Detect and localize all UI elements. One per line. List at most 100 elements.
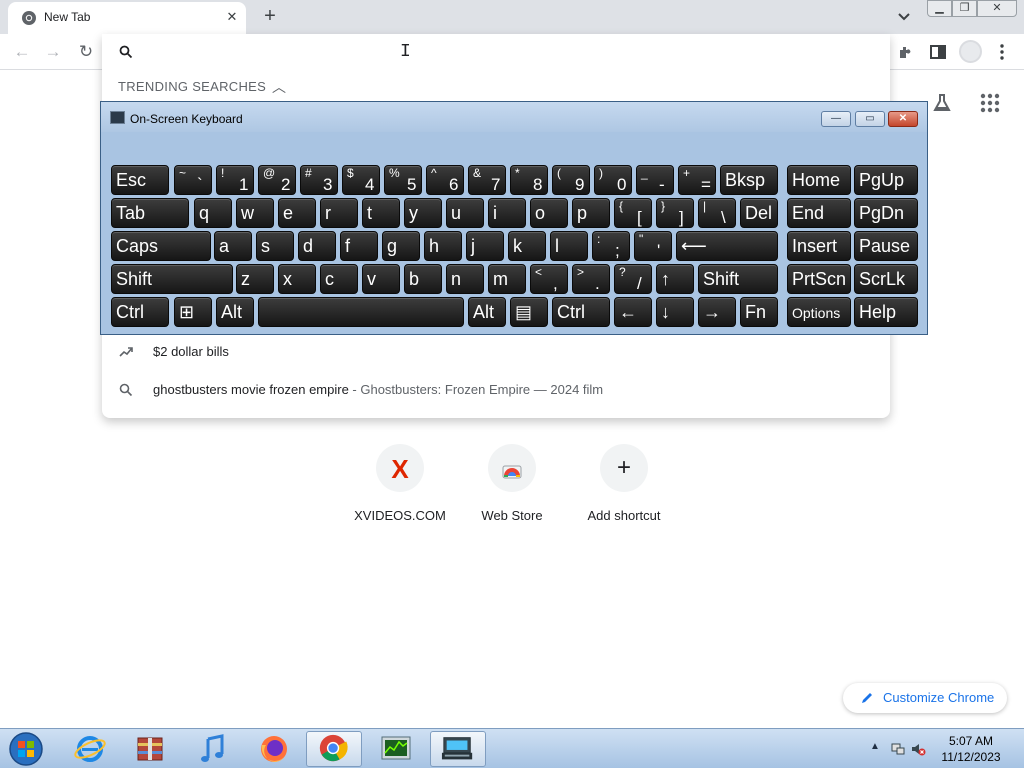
key-symbol[interactable]: :; <box>592 231 630 261</box>
key-symbol[interactable]: | \ <box>698 198 736 228</box>
key-6[interactable]: ^ 6 <box>426 165 464 195</box>
key-symbol[interactable]: → <box>698 297 736 327</box>
key-symbol[interactable]: + = <box>678 165 716 195</box>
key-f[interactable]: f <box>340 231 378 261</box>
key-c[interactable]: c <box>320 264 358 294</box>
key-prtscn[interactable]: PrtScn <box>787 264 851 294</box>
key-d[interactable]: d <box>298 231 336 261</box>
key-symbol[interactable]: <, <box>530 264 568 294</box>
osk-title-bar[interactable]: On-Screen Keyboard — ▭ ✕ <box>101 102 927 132</box>
key-insert[interactable]: Insert <box>787 231 851 261</box>
key-u[interactable]: u <box>446 198 484 228</box>
menu-icon[interactable] <box>992 42 1012 62</box>
key-symbol[interactable]: _ - <box>636 165 674 195</box>
close-tab-icon[interactable]: ✕ <box>224 9 240 25</box>
shortcut-web-store[interactable]: Web Store <box>456 440 568 530</box>
key-b[interactable]: b <box>404 264 442 294</box>
key-q[interactable]: q <box>194 198 232 228</box>
restore-button[interactable]: ❐ <box>952 0 977 17</box>
tab-new-tab[interactable]: New Tab ✕ <box>8 2 246 34</box>
key-pause[interactable]: Pause <box>854 231 918 261</box>
key-p[interactable]: p <box>572 198 610 228</box>
extensions-icon[interactable] <box>896 42 916 62</box>
new-tab-button[interactable]: + <box>258 5 282 29</box>
tab-search-icon[interactable] <box>894 8 914 26</box>
back-button[interactable]: ← <box>11 41 33 63</box>
start-button-icon[interactable] <box>6 731 46 767</box>
key-t[interactable]: t <box>362 198 400 228</box>
address-bar-input[interactable] <box>142 39 842 65</box>
key-h[interactable]: h <box>424 231 462 261</box>
apps-grid-icon[interactable] <box>979 92 1001 114</box>
key-w[interactable]: w <box>236 198 274 228</box>
trending-searches-header[interactable]: TRENDING SEARCHES <box>118 79 266 94</box>
profile-avatar[interactable] <box>959 40 982 63</box>
minimize-button[interactable]: ▁ <box>927 0 952 17</box>
key-e[interactable]: e <box>278 198 316 228</box>
key-symbol[interactable]: ⟵ <box>676 231 778 261</box>
volume-muted-icon[interactable] <box>910 741 926 757</box>
key-symbol[interactable]: }] <box>656 198 694 228</box>
key-caps[interactable]: Caps <box>111 231 211 261</box>
reload-button[interactable]: ↻ <box>75 41 97 63</box>
key-shift[interactable]: Shift <box>698 264 778 294</box>
chevron-up-icon[interactable]: ︿ <box>272 77 286 97</box>
shortcut-xvideos[interactable]: X XVIDEOS.COM <box>344 440 456 530</box>
key-9[interactable]: (9 <box>552 165 590 195</box>
key-symbol[interactable]: ? / <box>614 264 652 294</box>
side-panel-icon[interactable] <box>928 42 948 62</box>
labs-flask-icon[interactable] <box>931 92 953 114</box>
key-2[interactable]: @2 <box>258 165 296 195</box>
key-l[interactable]: l <box>550 231 588 261</box>
key-ctrl[interactable]: Ctrl <box>111 297 169 327</box>
key-r[interactable]: r <box>320 198 358 228</box>
key-symbol[interactable]: ← <box>614 297 652 327</box>
shortcut-add[interactable]: + Add shortcut <box>568 440 680 530</box>
show-hidden-icons-icon[interactable]: ▲ <box>870 741 880 752</box>
key-pgup[interactable]: PgUp <box>854 165 918 195</box>
key-symbol[interactable]: >. <box>572 264 610 294</box>
taskbar-chrome[interactable] <box>306 731 362 767</box>
key-scrlk[interactable]: ScrLk <box>854 264 918 294</box>
key-shift[interactable]: Shift <box>111 264 233 294</box>
key-symbol[interactable]: ⊞ <box>174 297 212 327</box>
key-symbol[interactable]: {[ <box>614 198 652 228</box>
key-alt[interactable]: Alt <box>216 297 254 327</box>
key-bksp[interactable]: Bksp <box>720 165 778 195</box>
osk-restore-button[interactable]: ▭ <box>855 111 885 127</box>
taskbar-itunes[interactable] <box>184 731 240 767</box>
network-icon[interactable] <box>890 741 906 757</box>
key-j[interactable]: j <box>466 231 504 261</box>
key-0[interactable]: ) 0 <box>594 165 632 195</box>
key-1[interactable]: ! 1 <box>216 165 254 195</box>
key-tab[interactable]: Tab <box>111 198 189 228</box>
clock-time[interactable]: 5:07 AM <box>926 734 1016 748</box>
key-symbol[interactable]: ↓ <box>656 297 694 327</box>
key-v[interactable]: v <box>362 264 400 294</box>
key-symbol[interactable]: " ' <box>634 231 672 261</box>
key-o[interactable]: o <box>530 198 568 228</box>
key-symbol[interactable]: ▤ <box>510 297 548 327</box>
key-z[interactable]: z <box>236 264 274 294</box>
key-7[interactable]: & 7 <box>468 165 506 195</box>
clock-date[interactable]: 11/12/2023 <box>926 750 1016 764</box>
key-3[interactable]: #3 <box>300 165 338 195</box>
key-5[interactable]: % 5 <box>384 165 422 195</box>
key-a[interactable]: a <box>214 231 252 261</box>
taskbar-task-manager[interactable] <box>368 731 424 767</box>
key-n[interactable]: n <box>446 264 484 294</box>
close-window-button[interactable]: ✕ <box>977 0 1017 17</box>
key-ctrl[interactable]: Ctrl <box>552 297 610 327</box>
taskbar-internet-explorer[interactable] <box>62 731 118 767</box>
key-alt[interactable]: Alt <box>468 297 506 327</box>
forward-button[interactable]: → <box>42 41 64 63</box>
key-symbol[interactable]: ~ ` <box>174 165 212 195</box>
key-help[interactable]: Help <box>854 297 918 327</box>
key-s[interactable]: s <box>256 231 294 261</box>
key-pgdn[interactable]: PgDn <box>854 198 918 228</box>
taskbar-on-screen-keyboard[interactable] <box>430 731 486 767</box>
key-fn[interactable]: Fn <box>740 297 778 327</box>
key-space[interactable] <box>258 297 464 327</box>
key-symbol[interactable]: ↑ <box>656 264 694 294</box>
suggestion-item[interactable]: ghostbusters movie frozen empire - Ghost… <box>102 372 890 408</box>
